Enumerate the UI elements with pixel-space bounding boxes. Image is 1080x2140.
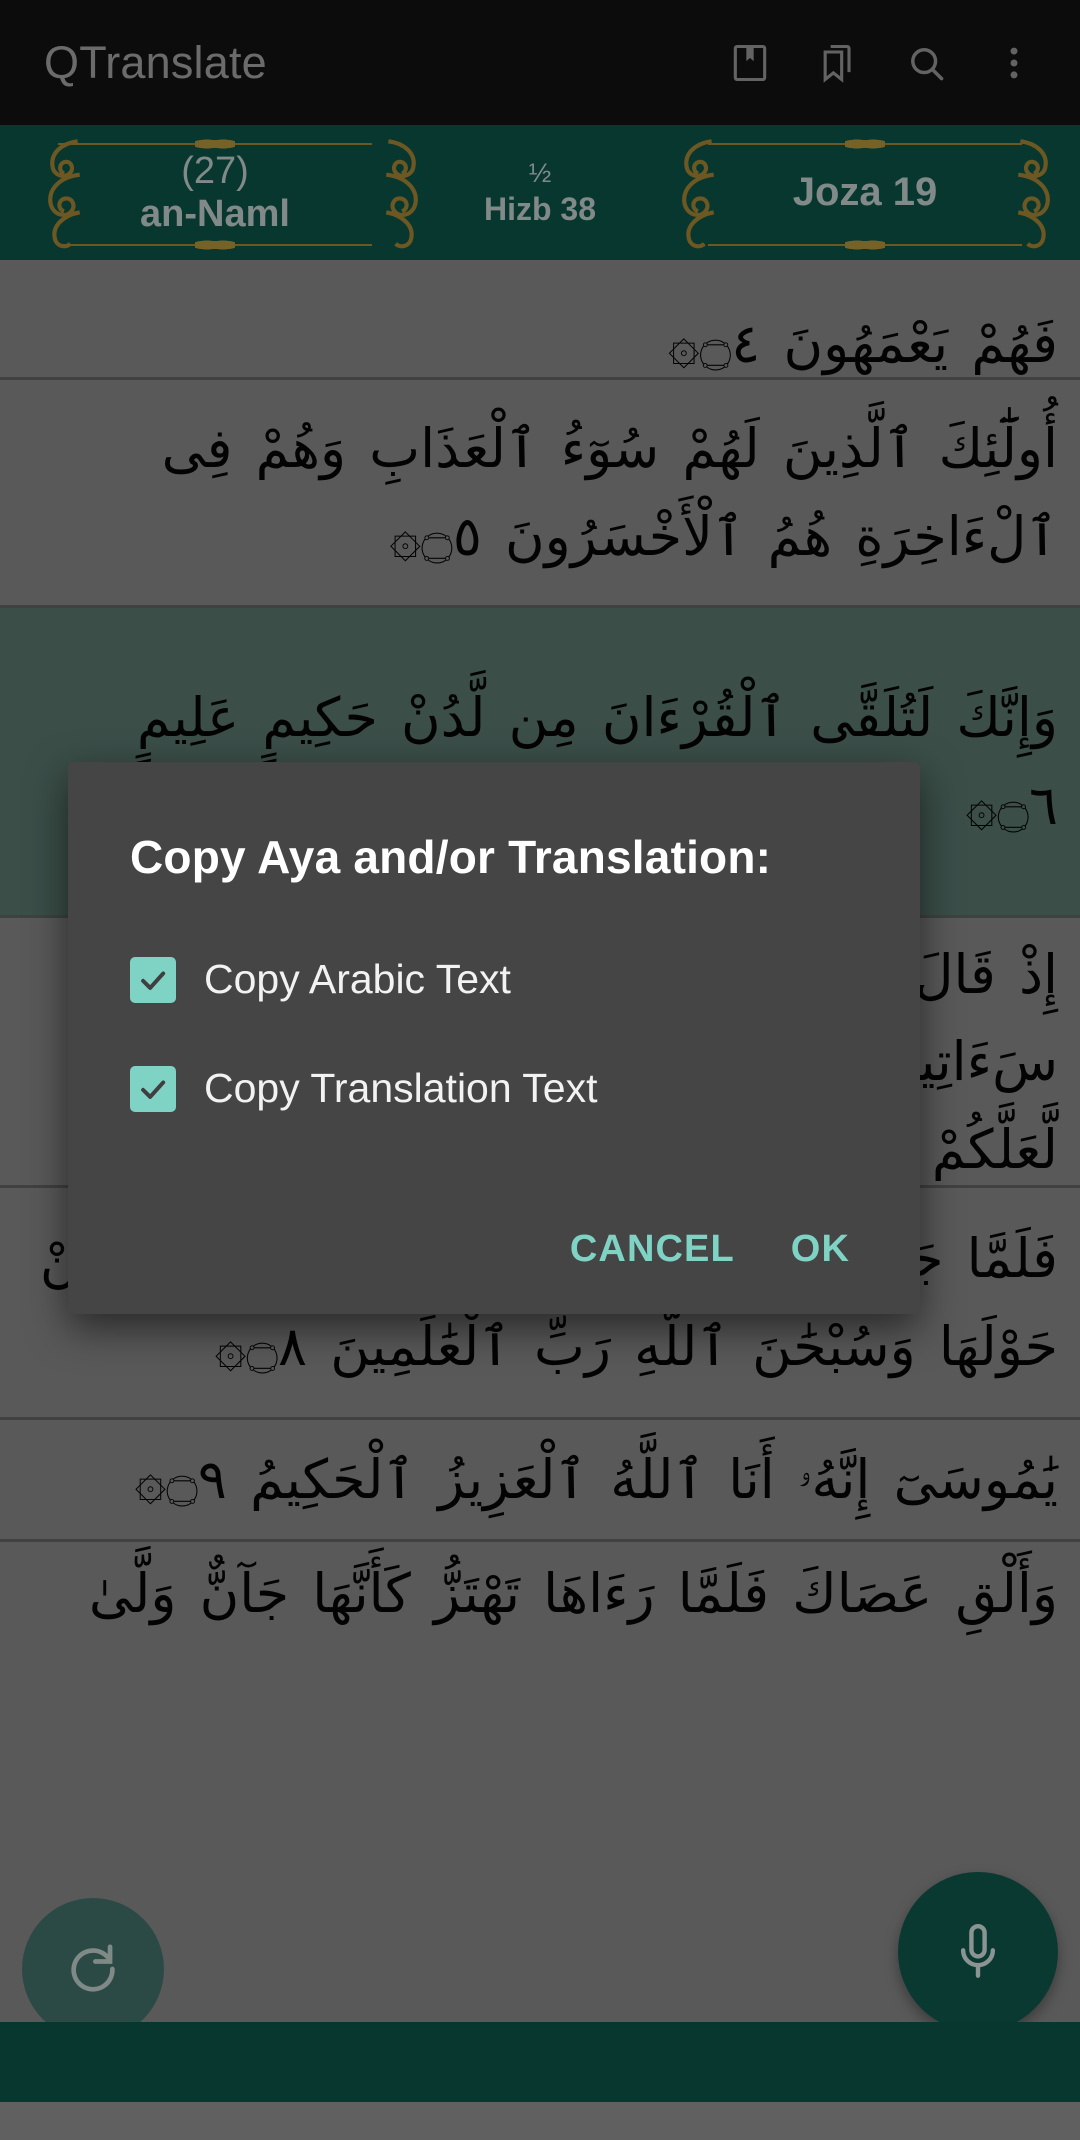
app-bar: QTranslate	[0, 0, 1080, 125]
band-rule-top	[708, 143, 1022, 145]
sura-name: an-Naml	[140, 192, 290, 235]
band-rule-bottom	[58, 244, 372, 246]
verse-row[interactable]: أُولَٰٓئِكَ ٱلَّذِينَ لَهُمْ سُوٓءُ ٱلْع…	[0, 380, 1080, 608]
verse-arabic-text: يَٰمُوسَىٓ إِنَّهُۥ أَنَا ٱللَّهُ ٱلْعَز…	[134, 1447, 1058, 1511]
copy-arabic-text-label: Copy Arabic Text	[204, 956, 511, 1002]
hizb-fraction: ½	[528, 158, 552, 189]
band-rule-top	[58, 143, 372, 145]
dialog-action-bar: CANCEL OK	[542, 1184, 920, 1314]
checkbox-checked-icon[interactable]	[130, 956, 176, 1003]
sura-number: (27)	[181, 149, 249, 192]
ornament-icon	[385, 139, 418, 249]
copy-arabic-text-checkbox-row[interactable]: Copy Arabic Text	[68, 956, 920, 1003]
bookmarks-icon[interactable]	[794, 19, 882, 107]
app-screen: QTranslate (27) an-Naml ½ Hizb 38 Joza 1…	[0, 0, 1080, 2140]
overflow-menu-icon[interactable]	[970, 19, 1058, 107]
copy-translation-text-label: Copy Translation Text	[204, 1065, 598, 1111]
repeat-fab[interactable]	[22, 1898, 164, 2040]
book-icon[interactable]	[706, 19, 794, 107]
sura-header-band: (27) an-Naml ½ Hizb 38 Joza 19	[0, 125, 1080, 260]
verse-row[interactable]: فَهُمْ يَعْمَهُونَ ۝٤۞	[0, 260, 1080, 380]
verse-arabic-text: وَأَلْقِ عَصَاكَ فَلَمَّا رَءَاهَا تَهْت…	[88, 1562, 1058, 1625]
joza-label: Joza 19	[792, 170, 938, 214]
hizb-indicator[interactable]: ½ Hizb 38	[430, 125, 650, 260]
sura-selector[interactable]: (27) an-Naml	[0, 125, 430, 260]
app-title: QTranslate	[44, 36, 267, 88]
cancel-button[interactable]: CANCEL	[542, 1206, 763, 1293]
joza-selector[interactable]: Joza 19	[650, 125, 1080, 260]
verse-arabic-text: أُولَٰٓئِكَ ٱلَّذِينَ لَهُمْ سُوٓءُ ٱلْع…	[161, 417, 1058, 568]
ornament-icon	[48, 139, 81, 249]
dialog-title: Copy Aya and/or Translation:	[130, 831, 772, 883]
search-icon[interactable]	[882, 19, 970, 107]
copy-aya-dialog: Copy Aya and/or Translation: Copy Arabic…	[68, 762, 920, 1314]
hizb-label: Hizb 38	[483, 190, 597, 227]
ornament-icon	[1017, 139, 1050, 249]
verse-row[interactable]: يَٰمُوسَىٓ إِنَّهُۥ أَنَا ٱللَّهُ ٱلْعَز…	[0, 1420, 1080, 1542]
system-navigation-bar	[0, 2102, 1080, 2140]
bottom-bar	[0, 2022, 1080, 2102]
checkbox-checked-icon[interactable]	[130, 1065, 176, 1112]
mic-fab[interactable]	[898, 1872, 1058, 2032]
ok-button[interactable]: OK	[763, 1206, 878, 1293]
ornament-icon	[682, 139, 715, 249]
verse-row[interactable]: وَأَلْقِ عَصَاكَ فَلَمَّا رَءَاهَا تَهْت…	[0, 1542, 1080, 1692]
copy-translation-text-checkbox-row[interactable]: Copy Translation Text	[68, 1065, 920, 1112]
app-bar-actions	[706, 19, 1080, 107]
verse-arabic-text: فَهُمْ يَعْمَهُونَ ۝٤۞	[667, 311, 1058, 375]
band-rule-bottom	[708, 244, 1022, 246]
